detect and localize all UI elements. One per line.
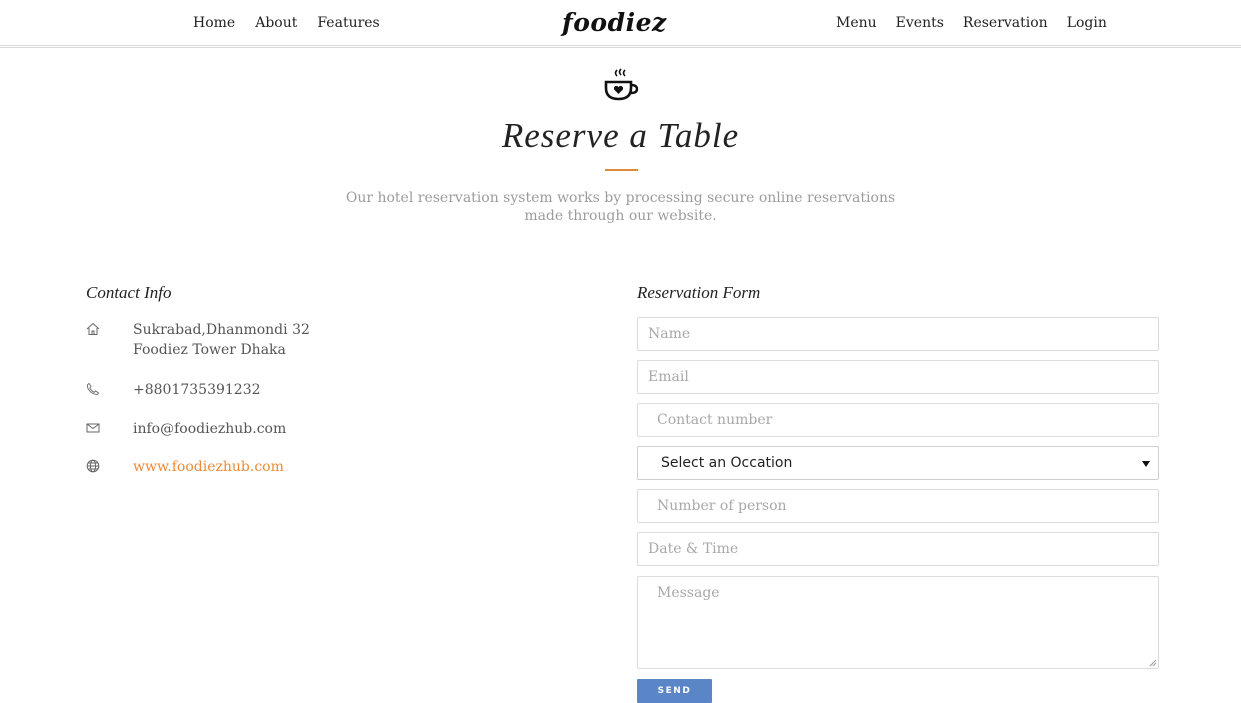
address-line-1: Sukrabad,Dhanmondi 32 [133,322,310,338]
phone-number: +8801735391232 [133,382,261,398]
coffee-cup-heart-icon [604,68,639,101]
globe-icon [86,459,100,473]
nav-features-link[interactable]: Features [317,15,379,31]
nav-events-link[interactable]: Events [896,15,944,31]
name-input[interactable] [637,317,1159,351]
nav-reservation-link[interactable]: Reservation [963,15,1048,31]
nav-menu-link[interactable]: Menu [836,15,877,31]
address-line-2: Foodiez Tower Dhaka [133,342,286,358]
date-time-input[interactable] [637,532,1159,566]
page-title: Reserve a Table [501,116,740,155]
subtitle-line-2: made through our website. [524,208,717,224]
contact-number-input[interactable] [637,403,1159,437]
page-subtitle: Our hotel reservation system works by pr… [0,189,1241,225]
caret-down-icon [1142,461,1150,467]
occasion-select-value: Select an Occation [661,455,793,471]
occasion-select[interactable]: Select an Occation [637,446,1159,480]
reservation-form-heading: Reservation Form [637,283,761,302]
nav-about-link[interactable]: About [255,15,297,31]
nav-home-link[interactable]: Home [193,15,235,31]
email-input[interactable] [637,360,1159,394]
envelope-icon [86,423,100,433]
nav-right: Menu Events Reservation Login [836,15,1126,31]
nav-login-link[interactable]: Login [1067,15,1107,31]
website-link[interactable]: www.foodiezhub.com [133,457,284,477]
number-of-person-input[interactable] [637,489,1159,523]
home-icon [86,322,100,335]
send-button[interactable]: SEND [637,679,712,703]
subtitle-line-1: Our hotel reservation system works by pr… [345,190,896,206]
contact-info-heading: Contact Info [86,283,172,302]
phone-icon [86,382,100,396]
title-underline [605,169,638,171]
email-address: info@foodiezhub.com [133,421,287,437]
brand-logo[interactable]: foodiez [562,8,667,37]
resize-grip-icon[interactable] [1148,658,1157,667]
message-textarea[interactable] [637,576,1159,669]
nav-left: Home About Features [193,15,400,31]
top-navbar: Home About Features foodiez Menu Events Rese… [0,0,1241,48]
